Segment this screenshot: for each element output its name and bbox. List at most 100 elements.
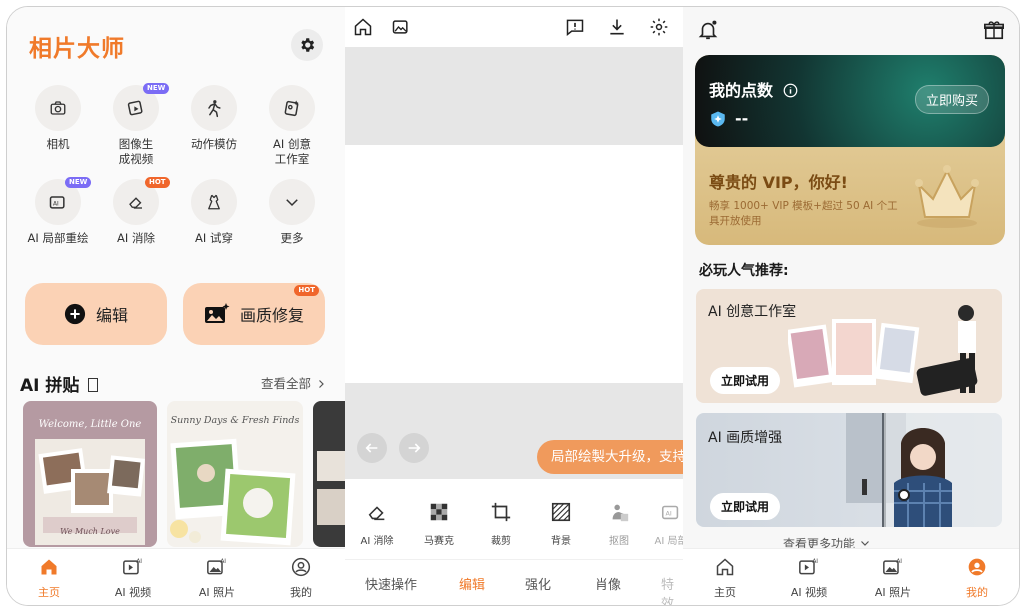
collage-card-2[interactable]: Sunny Days & Fresh Finds <box>167 401 303 547</box>
ai-inpaint-icon: AI <box>660 501 682 523</box>
collage-card-3[interactable] <box>313 401 345 547</box>
tab-home[interactable]: 主页 <box>683 557 767 600</box>
tool-ai-inpaint[interactable]: AI NEW AI 局部重绘 <box>23 177 93 246</box>
vip-description: 畅享 1000+ VIP 模板+超过 50 AI 个工具开放使用 <box>709 200 898 227</box>
try-now-button[interactable]: 立即试用 <box>710 367 781 394</box>
ai-video-icon: AI <box>122 557 144 577</box>
tab-enhance[interactable]: 强化 <box>525 574 551 593</box>
tool-ai-tryon[interactable]: AI 试穿 <box>179 179 249 246</box>
screenshot-frame: 相片大师 相机 NEW 图像生 成视频 动作模仿 AI 创意 工作室 AI NE… <box>6 6 1020 606</box>
tool-more[interactable]: 更多 <box>257 179 327 246</box>
home-icon <box>715 557 735 577</box>
gear-icon[interactable] <box>649 17 669 37</box>
tool-camera[interactable]: 相机 <box>23 85 93 152</box>
tab-effects[interactable]: 特效 <box>661 574 683 605</box>
tool-label: AI 局部重绘 <box>27 231 89 245</box>
tool-motion-imitate[interactable]: 动作模仿 <box>179 85 249 152</box>
tab-edit[interactable]: 编辑 <box>459 574 485 593</box>
tool-cutout[interactable]: 抠图 <box>591 501 647 547</box>
feature-tip-banner[interactable]: 局部绘製大升级，支持 <box>537 440 683 474</box>
tool-ai-eraser[interactable]: AI 消除 <box>349 501 405 547</box>
tab-me[interactable]: 我的 <box>935 557 1019 600</box>
tab-ai-photo[interactable]: AI AI 照片 <box>851 557 935 600</box>
points-title: 我的点数 <box>709 77 798 101</box>
vip-greeting: 尊贵的 VIP，你好! <box>709 173 848 192</box>
app-brand: 相片大师 <box>29 36 125 62</box>
promo-card-ai-enhance[interactable]: AI 画质增强 立即试用 <box>696 413 1002 527</box>
undo-icon <box>364 440 380 456</box>
enhance-button[interactable]: 画质修复 HOT <box>183 283 325 345</box>
home-icon[interactable] <box>353 17 373 37</box>
tab-portrait[interactable]: 肖像 <box>595 574 621 593</box>
tool-background[interactable]: 背景 <box>533 501 589 547</box>
svg-text:AI: AI <box>666 510 672 518</box>
tab-label: 主页 <box>38 586 60 599</box>
image-sparkle-icon <box>204 303 230 325</box>
tab-home[interactable]: 主页 <box>7 557 91 600</box>
tool-ai-eraser[interactable]: HOT AI 消除 <box>101 177 171 246</box>
see-all-link[interactable]: 查看全部 <box>261 373 327 392</box>
tool-label: 图像生 成视频 <box>118 137 154 166</box>
tool-label: AI 消除 <box>360 536 394 547</box>
tool-label: 背景 <box>551 536 571 547</box>
tab-label: 主页 <box>714 586 736 599</box>
promo-card-ai-studio[interactable]: AI 创意工作室 立即试用 <box>696 289 1002 403</box>
tool-ai-studio[interactable]: AI 创意 工作室 <box>257 85 327 167</box>
home-screen: 相片大师 相机 NEW 图像生 成视频 动作模仿 AI 创意 工作室 AI NE… <box>7 7 345 605</box>
tab-me[interactable]: 我的 <box>259 557 343 600</box>
tool-label: 马赛克 <box>424 536 454 547</box>
vip-card: 我的点数 -- 立即购买 尊贵的 VIP，你好! 畅享 1000+ VIP 模板… <box>695 55 1005 245</box>
new-badge: NEW <box>143 83 170 94</box>
redo-button[interactable] <box>399 433 429 463</box>
try-now-button[interactable]: 立即试用 <box>710 493 781 520</box>
tab-label: 我的 <box>290 586 312 599</box>
ai-photo-icon: AI <box>882 557 904 577</box>
download-icon[interactable] <box>607 17 627 37</box>
gift-icon[interactable] <box>983 19 1005 41</box>
tab-quick-actions[interactable]: 快速操作 <box>365 574 417 593</box>
edit-button[interactable]: 编辑 <box>25 283 167 345</box>
tab-label: AI 视频 <box>790 586 828 599</box>
gallery-icon[interactable] <box>391 17 411 37</box>
collage-art <box>317 451 345 525</box>
collage-section-title: AI 拼贴 <box>20 371 99 396</box>
chevron-down-icon <box>283 193 301 211</box>
hot-badge: HOT <box>145 177 170 188</box>
ai-video-icon: AI <box>798 557 820 577</box>
svg-text:AI: AI <box>896 559 902 565</box>
promo-card-title: AI 创意工作室 <box>708 304 797 320</box>
motion-imitate-icon <box>204 98 224 118</box>
settings-button[interactable] <box>291 29 323 61</box>
svg-text:AI: AI <box>136 559 142 565</box>
buy-now-button[interactable]: 立即购买 <box>914 85 989 114</box>
user-icon <box>291 557 311 577</box>
tool-label: 裁剪 <box>491 536 511 547</box>
info-icon[interactable] <box>783 83 798 98</box>
tab-ai-photo[interactable]: AI AI 照片 <box>175 557 259 600</box>
tool-label: 相机 <box>46 137 70 151</box>
tool-crop[interactable]: 裁剪 <box>473 501 529 547</box>
feedback-icon[interactable] <box>565 17 585 37</box>
svg-text:AI: AI <box>53 201 59 207</box>
tool-image-to-video[interactable]: NEW 图像生 成视频 <box>101 83 171 167</box>
mosaic-icon <box>428 501 450 523</box>
tab-label: AI 照片 <box>198 586 236 599</box>
tool-ai-partial[interactable]: AI AI 局部 <box>643 501 683 547</box>
collage-art <box>170 438 296 546</box>
card-title: Sunny Days & Fresh Finds <box>170 415 300 426</box>
home-icon <box>39 557 59 577</box>
editor-canvas[interactable] <box>345 145 683 383</box>
tab-ai-video[interactable]: AI AI 视频 <box>767 557 851 600</box>
points-title-text: 我的点数 <box>709 81 774 100</box>
enhance-button-label: 画质修复 <box>239 306 304 325</box>
emoji-placeholder-icon <box>88 378 99 392</box>
collage-title-text: AI 拼贴 <box>20 376 80 396</box>
collage-card-1[interactable]: Welcome, Little One We Much Love <box>23 401 157 547</box>
tab-ai-video[interactable]: AI AI 视频 <box>91 557 175 600</box>
ai-studio-icon <box>282 98 302 118</box>
dress-icon <box>205 193 223 211</box>
tool-mosaic[interactable]: 马赛克 <box>411 501 467 547</box>
undo-button[interactable] <box>357 433 387 463</box>
new-badge: NEW <box>65 177 92 188</box>
notification-bell-icon[interactable] <box>697 19 719 41</box>
